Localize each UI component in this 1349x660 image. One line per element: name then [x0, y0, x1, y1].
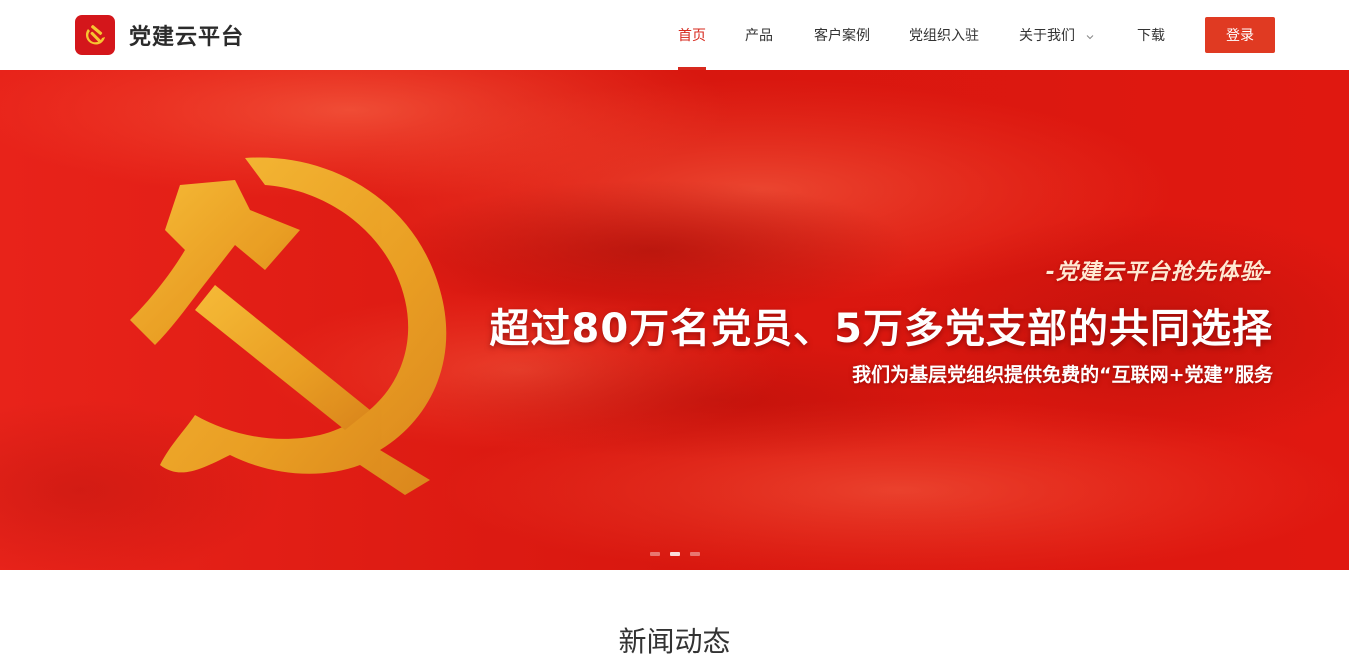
site-header: 党建云平台 首页 产品 客户案例 党组织入驻 关于我们 下载 登录 — [0, 0, 1349, 70]
nav-item-home[interactable]: 首页 — [678, 0, 706, 70]
nav-item-label: 产品 — [745, 28, 773, 44]
login-button[interactable]: 登录 — [1205, 17, 1275, 53]
carousel-dot[interactable] — [670, 552, 680, 556]
nav-item-products[interactable]: 产品 — [745, 0, 773, 70]
banner-tagline: -党建云平台抢先体验- — [1045, 260, 1273, 285]
nav-item-label: 首页 — [678, 28, 706, 44]
nav-item-download[interactable]: 下载 — [1137, 0, 1165, 70]
nav-item-about[interactable]: 关于我们 — [1019, 0, 1095, 70]
nav-item-label: 关于我们 — [1019, 28, 1075, 44]
nav-item-label: 客户案例 — [814, 28, 870, 44]
nav-item-join[interactable]: 党组织入驻 — [909, 0, 979, 70]
nav-item-cases[interactable]: 客户案例 — [814, 0, 870, 70]
banner-subline: 我们为基层党组织提供免费的“互联网+党建”服务 — [852, 364, 1273, 386]
carousel-dot[interactable] — [650, 552, 660, 556]
carousel-indicators — [650, 552, 710, 556]
main-nav: 首页 产品 客户案例 党组织入驻 关于我们 下载 — [0, 0, 1349, 70]
carousel-dot[interactable] — [690, 552, 700, 556]
nav-item-label: 下载 — [1137, 28, 1165, 44]
nav-item-label: 党组织入驻 — [909, 28, 979, 44]
banner-headline: 超过80万名党员、5万多党支部的共同选择 — [489, 306, 1273, 352]
chevron-down-icon[interactable] — [1085, 30, 1095, 40]
hero-banner[interactable]: -党建云平台抢先体验- 超过80万名党员、5万多党支部的共同选择 我们为基层党组… — [0, 70, 1349, 570]
news-section-title: 新闻动态 — [618, 625, 731, 658]
